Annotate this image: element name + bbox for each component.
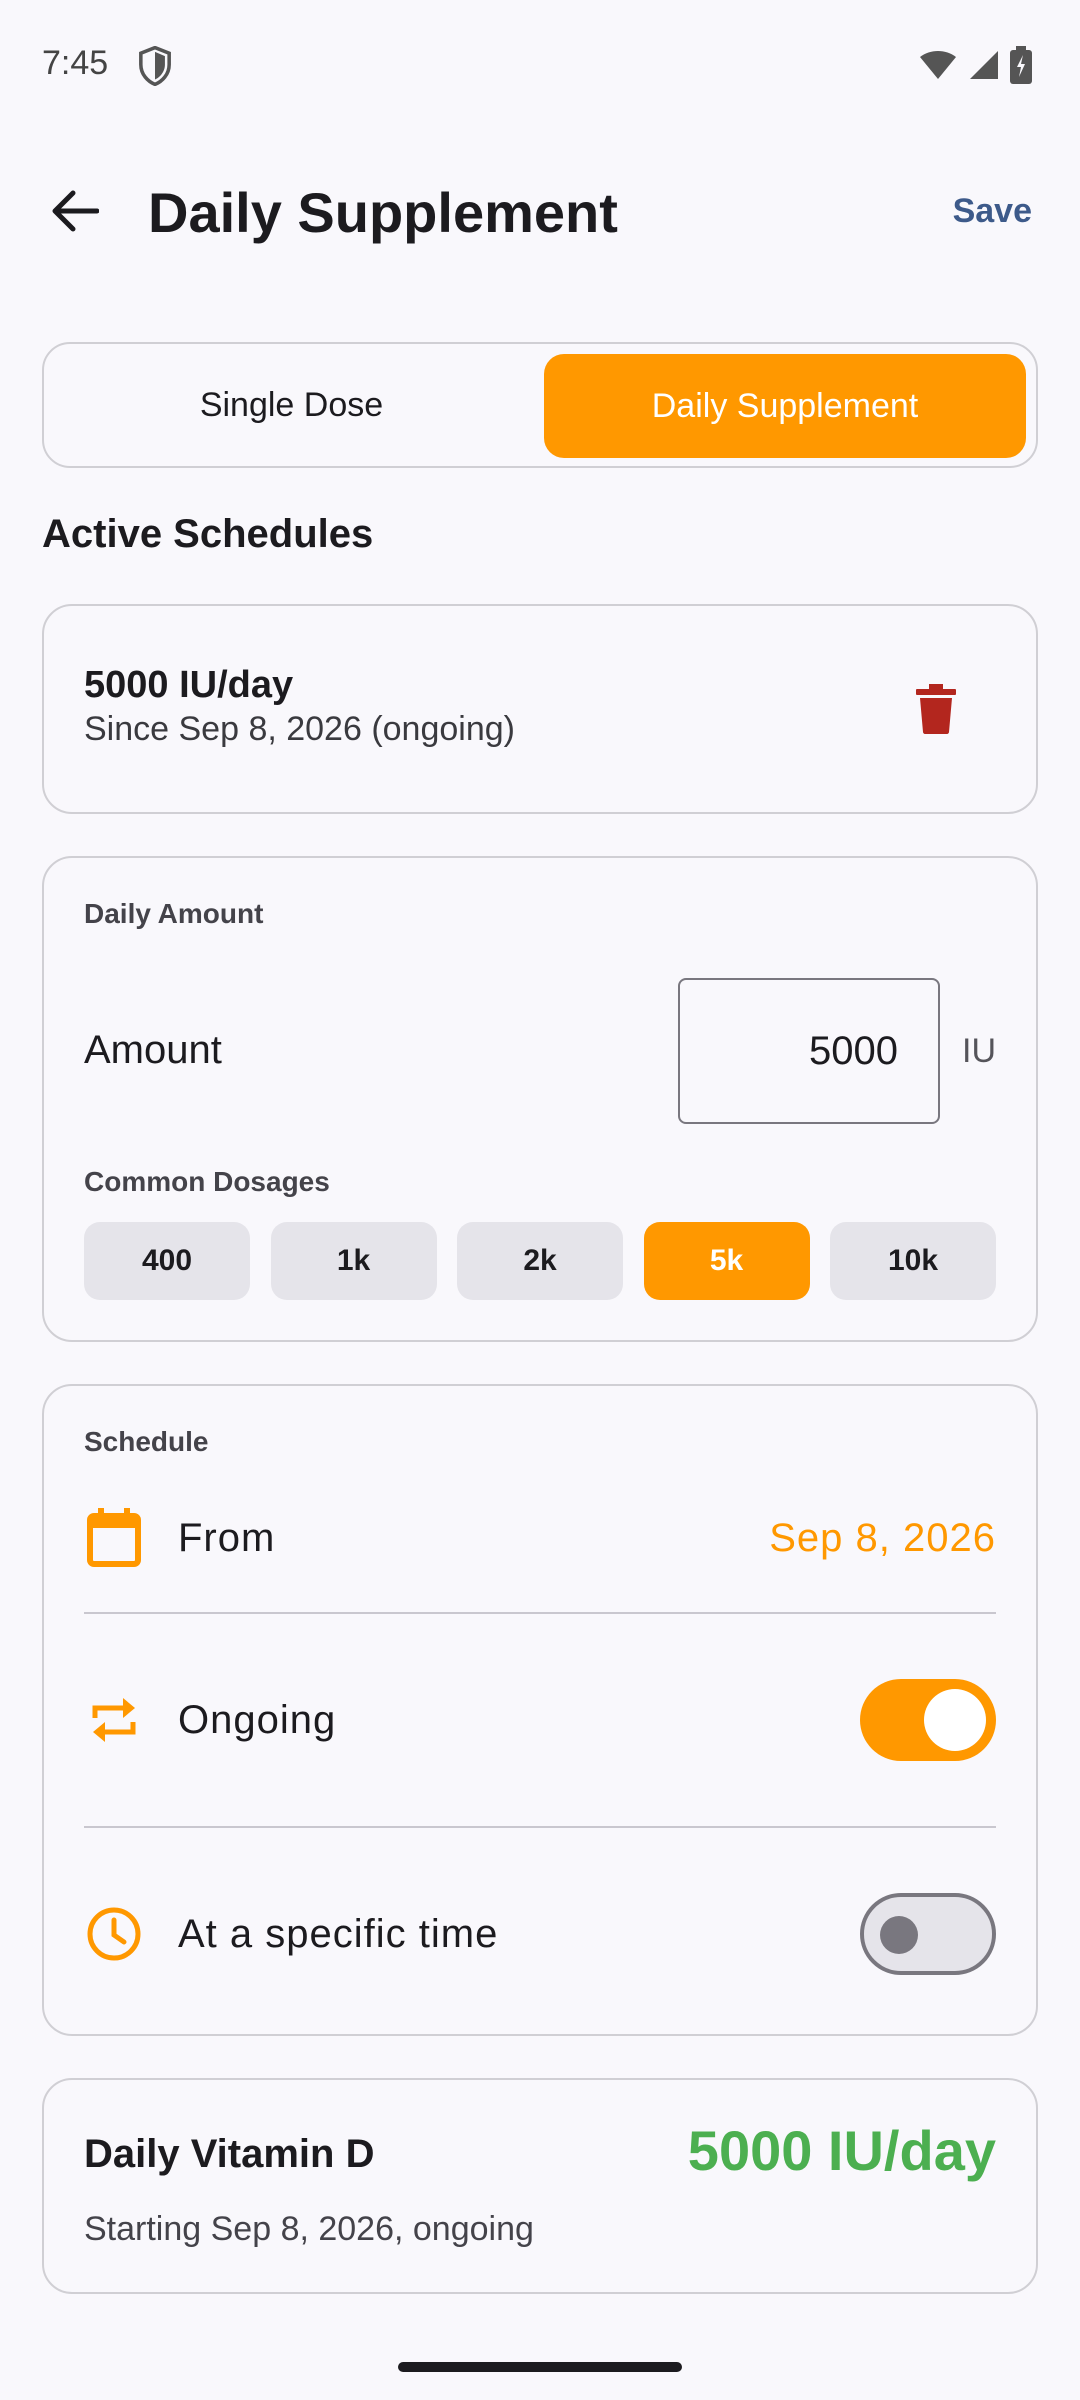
dosage-chips: 400 1k 2k 5k 10k <box>84 1222 996 1300</box>
dosage-chip-5k[interactable]: 5k <box>643 1222 810 1300</box>
active-schedule-card: 5000 IU/day Since Sep 8, 2026 (ongoing) <box>42 604 1038 814</box>
common-dosages-heading: Common Dosages <box>84 1166 330 1197</box>
daily-amount-heading: Daily Amount <box>84 898 264 929</box>
amount-unit: IU <box>962 1032 996 1070</box>
daily-amount-card: Daily Amount Amount 5000 IU Common Dosag… <box>42 856 1038 1342</box>
from-row[interactable]: From Sep 8, 2026 <box>84 1488 996 1588</box>
summary-subtitle: Starting Sep 8, 2026, ongoing <box>84 2210 534 2248</box>
mode-selector: Single Dose Daily Supplement <box>42 342 1038 468</box>
toggle-knob <box>880 1916 918 1954</box>
toggle-knob <box>924 1689 986 1751</box>
tab-single-dose[interactable]: Single Dose <box>44 344 539 466</box>
divider <box>84 1612 996 1614</box>
save-button[interactable]: Save <box>953 192 1032 231</box>
ongoing-toggle[interactable] <box>860 1679 996 1761</box>
page-title: Daily Supplement <box>148 181 618 244</box>
clock-icon <box>84 1904 144 1964</box>
ongoing-row: Ongoing <box>84 1670 996 1770</box>
specific-time-row: At a specific time <box>84 1884 996 1984</box>
active-schedule-amount: 5000 IU/day <box>84 664 294 706</box>
cellular-signal-icon <box>968 49 1000 86</box>
dosage-chip-400[interactable]: 400 <box>84 1222 250 1300</box>
dosage-chip-2k[interactable]: 2k <box>457 1222 623 1300</box>
repeat-icon <box>84 1690 144 1750</box>
active-schedules-heading: Active Schedules <box>42 512 374 556</box>
active-schedule-since: Since Sep 8, 2026 (ongoing) <box>84 710 515 748</box>
tab-daily-supplement[interactable]: Daily Supplement <box>544 354 1026 458</box>
arrow-back-icon <box>51 189 100 238</box>
calendar-icon <box>84 1508 144 1568</box>
specific-time-toggle[interactable] <box>860 1893 996 1975</box>
wifi-icon <box>918 49 958 86</box>
divider <box>84 1826 996 1828</box>
amount-label: Amount <box>84 1028 222 1072</box>
schedule-heading: Schedule <box>84 1426 209 1457</box>
ongoing-label: Ongoing <box>178 1697 337 1742</box>
summary-title: Daily Vitamin D <box>84 2132 375 2176</box>
status-icons <box>918 46 1032 89</box>
dosage-chip-10k[interactable]: 10k <box>830 1222 996 1300</box>
shield-icon <box>138 45 172 87</box>
summary-card: Daily Vitamin D 5000 IU/day Starting Sep… <box>42 2078 1038 2294</box>
summary-value: 5000 IU/day <box>687 2119 996 2182</box>
schedule-card: Schedule From Sep 8, 2026 Ongoing At a s… <box>42 1384 1038 2036</box>
status-time: 7:45 <box>42 44 109 82</box>
delete-icon[interactable] <box>916 684 956 734</box>
battery-icon <box>1010 46 1032 89</box>
specific-time-label: At a specific time <box>178 1911 499 1956</box>
from-date-value[interactable]: Sep 8, 2026 <box>769 1516 996 1561</box>
home-indicator[interactable] <box>398 2362 682 2372</box>
dosage-chip-1k[interactable]: 1k <box>270 1222 437 1300</box>
from-label: From <box>178 1515 276 1560</box>
back-button[interactable] <box>40 178 110 248</box>
amount-input[interactable]: 5000 <box>678 978 940 1124</box>
